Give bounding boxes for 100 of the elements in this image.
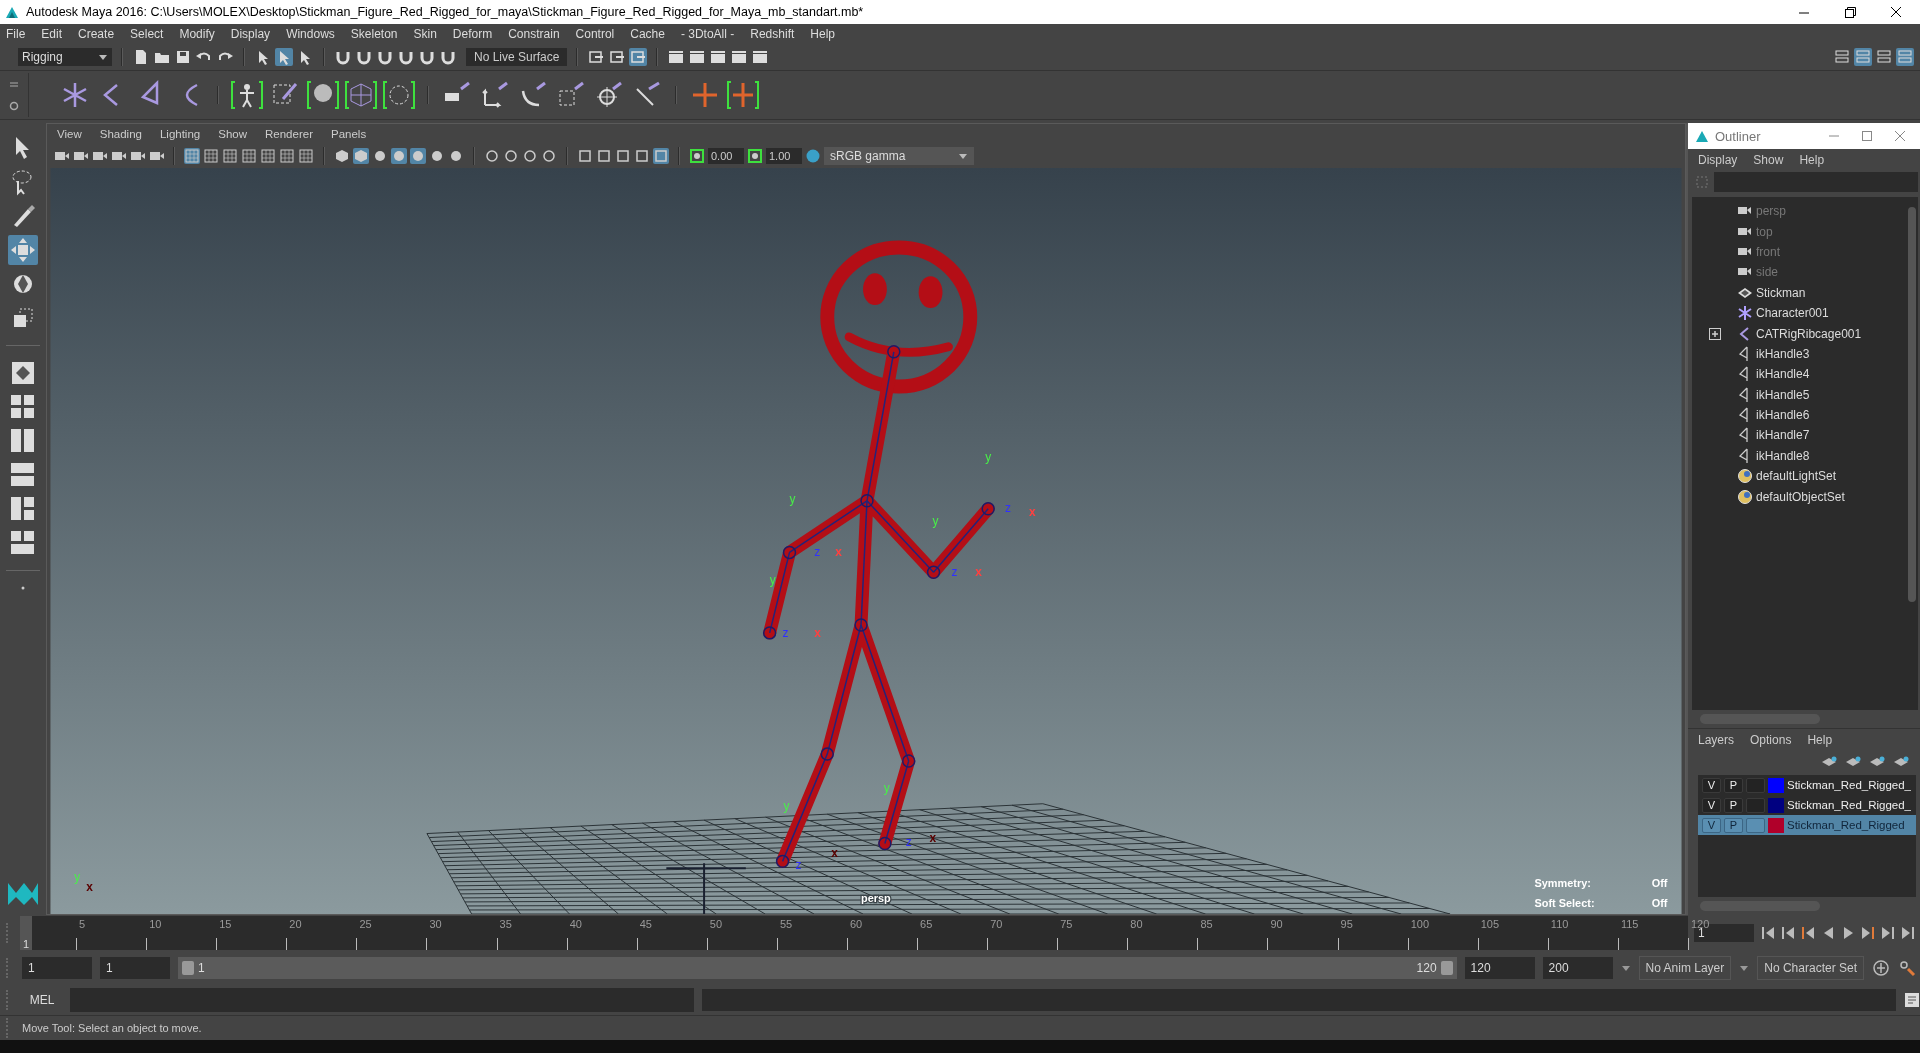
live-surface-field[interactable]: No Live Surface [466,48,568,66]
input-icon[interactable] [587,48,606,66]
scrollbar[interactable] [1908,207,1916,602]
frame-icon[interactable] [615,148,631,164]
playback-end-field[interactable]: 120 [1464,957,1535,979]
save-icon[interactable] [174,48,192,66]
next-key-icon[interactable] [1860,925,1876,941]
menu-item[interactable]: Renderer [265,128,313,140]
step-back-icon[interactable] [1780,925,1796,941]
menu-item[interactable]: Deform [452,27,493,41]
slider-handle[interactable] [182,961,194,975]
exposure-field[interactable]: 0.00 [708,148,744,164]
menu-item[interactable]: Help [810,27,835,41]
menu-item[interactable]: Display [1698,153,1738,167]
playback-toggle[interactable]: P [1724,777,1743,793]
slider-handle[interactable] [1440,961,1453,975]
menu-item[interactable]: Windows [286,27,335,41]
bracketed-lattice-icon[interactable] [345,79,377,111]
layer-color-swatch[interactable] [1768,817,1784,833]
playback-start-field[interactable]: 1 [100,957,170,979]
layer-color-swatch[interactable] [1768,777,1784,793]
menu-item[interactable]: Options [1750,733,1792,747]
filter-field[interactable] [1714,172,1918,192]
sphere-icon[interactable] [484,148,500,164]
list-icon[interactable] [1875,48,1893,66]
stickman-drawing[interactable] [762,240,995,869]
color-space-dropdown[interactable]: sRGB gamma [824,147,974,165]
expand-icon[interactable] [1708,326,1722,341]
grid-icon[interactable] [203,148,219,164]
exposure-icon[interactable] [689,148,705,164]
gamma-icon[interactable] [747,148,763,164]
frame-icon[interactable] [596,148,612,164]
sphere-icon[interactable] [448,148,464,164]
color-management-icon[interactable] [805,148,821,164]
output-icon[interactable] [608,48,627,66]
start-frame-field[interactable]: 1 [22,957,92,979]
caret-icon[interactable] [1739,964,1750,972]
panel-layout-icon[interactable] [1854,48,1872,66]
menu-item[interactable]: Control [575,27,615,41]
outliner-item[interactable]: ikHandle6 [1692,404,1918,426]
visibility-toggle[interactable]: V [1702,797,1721,813]
history-icon[interactable] [629,48,648,66]
menu-item[interactable]: Select [130,27,164,41]
visibility-toggle[interactable]: V [1702,817,1721,833]
outliner-item[interactable]: defaultObjectSet [1692,486,1918,507]
sphere-icon[interactable] [503,148,519,164]
frame-icon[interactable] [577,148,593,164]
grid-icon[interactable] [222,148,238,164]
bracketed-sphere-icon[interactable] [307,79,339,111]
sphere-icon[interactable] [429,148,445,164]
outliner-item[interactable]: CATRigRibcage001 [1692,323,1918,344]
menu-item[interactable]: Lighting [159,128,201,140]
sphere-icon[interactable] [541,148,557,164]
grid-icon[interactable] [260,148,276,164]
menu-item[interactable]: Show [1753,153,1784,167]
grid-icon[interactable] [241,148,257,164]
menu-item[interactable]: Shading [99,128,142,140]
bracketed-cross-icon[interactable] [727,79,759,111]
menu-set-dropdown[interactable]: Rigging [18,48,112,66]
layer-color-swatch[interactable] [1768,797,1784,813]
playback-toggle[interactable]: P [1724,797,1743,813]
caret-icon[interactable] [1620,964,1631,972]
grid-icon[interactable] [279,148,295,164]
restore-icon[interactable] [1843,5,1857,19]
grid-icon[interactable] [298,148,314,164]
menu-item[interactable]: View [57,128,82,140]
go-to-end-icon[interactable] [1900,925,1916,941]
layer-row[interactable]: V P Stickman_Red_Rigged [1698,815,1916,835]
menu-item[interactable]: Display [230,27,271,41]
command-input[interactable] [70,988,694,1012]
bracketed-figure-icon[interactable] [231,79,263,111]
menu-item[interactable]: Modify [179,27,215,41]
sphere-icon[interactable] [372,148,388,164]
outliner-item[interactable]: ikHandle8 [1692,445,1918,467]
character-set-dropdown[interactable]: No Character Set [1757,956,1864,980]
menu-item[interactable]: Create [78,27,115,41]
layer-row[interactable]: V P Stickman_Red_Rigged_ [1698,795,1916,815]
visibility-toggle[interactable]: V [1702,777,1721,793]
outliner-item[interactable]: Character001 [1692,302,1918,324]
bracketed-circle-icon[interactable] [383,79,415,111]
frame-icon[interactable] [634,148,650,164]
previous-key-icon[interactable] [1800,925,1816,941]
go-to-start-icon[interactable] [1760,925,1776,941]
command-language-label[interactable]: MEL [22,993,62,1007]
display-type-toggle[interactable] [1746,817,1765,833]
outliner-item[interactable]: ikHandle7 [1692,425,1918,446]
end-frame-field[interactable]: 200 [1542,957,1613,979]
menu-item[interactable]: Help [1807,733,1833,747]
maximize-icon[interactable] [1860,129,1874,143]
menu-item[interactable]: - 3DtoAll - [680,27,735,41]
menu-item[interactable]: Help [1799,153,1825,167]
outliner-item[interactable]: Stickman [1692,282,1918,303]
outliner-item[interactable]: ikHandle4 [1692,364,1918,385]
menu-item[interactable]: Panels [330,128,367,140]
menu-item[interactable]: Show [218,128,247,140]
script-editor-icon[interactable] [1904,992,1920,1008]
playback-toggle[interactable]: P [1724,817,1743,833]
outliner-item[interactable]: ikHandle3 [1692,343,1918,365]
cursor-icon[interactable] [275,48,293,66]
sphere-icon[interactable] [391,148,407,164]
